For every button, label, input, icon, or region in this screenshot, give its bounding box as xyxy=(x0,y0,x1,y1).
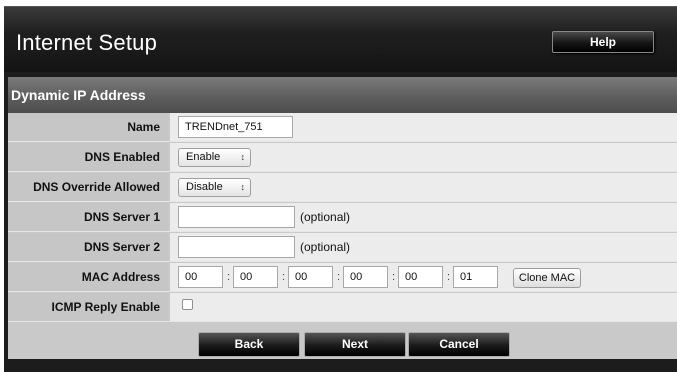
row-mac-address: MAC Address 00 : 00 : 00 : 00 : 00 : 01 … xyxy=(8,263,677,292)
row-dns-override: DNS Override Allowed Disable ↕ xyxy=(8,173,677,202)
dns-server-1-hint: (optional) xyxy=(300,210,351,224)
dns-server-2-input[interactable] xyxy=(178,236,295,258)
mac-octet-5[interactable]: 00 xyxy=(398,266,443,288)
mac-octet-1[interactable]: 00 xyxy=(178,266,223,288)
row-name: Name TRENDnet_751 xyxy=(8,113,677,142)
clone-mac-button[interactable]: Clone MAC xyxy=(513,268,581,288)
mac-separator: : xyxy=(337,271,341,283)
mac-octet-4[interactable]: 00 xyxy=(343,266,388,288)
mac-octet-6[interactable]: 01 xyxy=(453,266,498,288)
mac-address-label: MAC Address xyxy=(8,263,168,291)
dns-enabled-label: DNS Enabled xyxy=(8,143,168,171)
section-title: Dynamic IP Address xyxy=(8,77,677,113)
dns-server-1-input[interactable] xyxy=(178,206,295,228)
mac-separator: : xyxy=(282,271,286,283)
icmp-reply-checkbox[interactable] xyxy=(182,299,193,310)
dns-server-1-label: DNS Server 1 xyxy=(8,203,168,231)
dns-enabled-value: Enable xyxy=(186,151,221,163)
row-icmp-reply: ICMP Reply Enable xyxy=(8,293,677,322)
dns-server-2-hint: (optional) xyxy=(300,240,351,254)
row-dns-server-2: DNS Server 2 (optional) xyxy=(8,233,677,262)
next-button[interactable]: Next xyxy=(304,332,406,357)
dns-server-2-label: DNS Server 2 xyxy=(8,233,168,261)
form-panel: Dynamic IP Address Name TRENDnet_751 DNS… xyxy=(8,77,677,359)
help-button[interactable]: Help xyxy=(552,31,654,53)
row-dns-enabled: DNS Enabled Enable ↕ xyxy=(8,143,677,172)
dns-enabled-select[interactable]: Enable ↕ xyxy=(178,148,251,167)
icmp-reply-label: ICMP Reply Enable xyxy=(8,293,168,321)
app-window: Internet Setup Help Dynamic IP Address N… xyxy=(4,6,677,372)
footer-strip xyxy=(4,359,677,372)
mac-separator: : xyxy=(392,271,396,283)
mac-separator: : xyxy=(447,271,451,283)
name-input[interactable]: TRENDnet_751 xyxy=(178,116,293,138)
updown-arrow-icon: ↕ xyxy=(240,182,246,192)
dns-override-label: DNS Override Allowed xyxy=(8,173,168,201)
updown-arrow-icon: ↕ xyxy=(240,152,246,162)
back-button[interactable]: Back xyxy=(198,332,300,357)
mac-separator: : xyxy=(227,271,231,283)
mac-octet-3[interactable]: 00 xyxy=(288,266,333,288)
page-title: Internet Setup xyxy=(16,30,158,55)
button-bar: Back Next Cancel xyxy=(8,331,677,359)
cancel-button[interactable]: Cancel xyxy=(408,332,510,357)
row-dns-server-1: DNS Server 1 (optional) xyxy=(8,203,677,232)
header-bar: Internet Setup Help xyxy=(4,6,677,72)
mac-octet-2[interactable]: 00 xyxy=(233,266,278,288)
name-label: Name xyxy=(8,113,168,141)
dns-override-value: Disable xyxy=(186,181,223,193)
dns-override-select[interactable]: Disable ↕ xyxy=(178,178,251,197)
